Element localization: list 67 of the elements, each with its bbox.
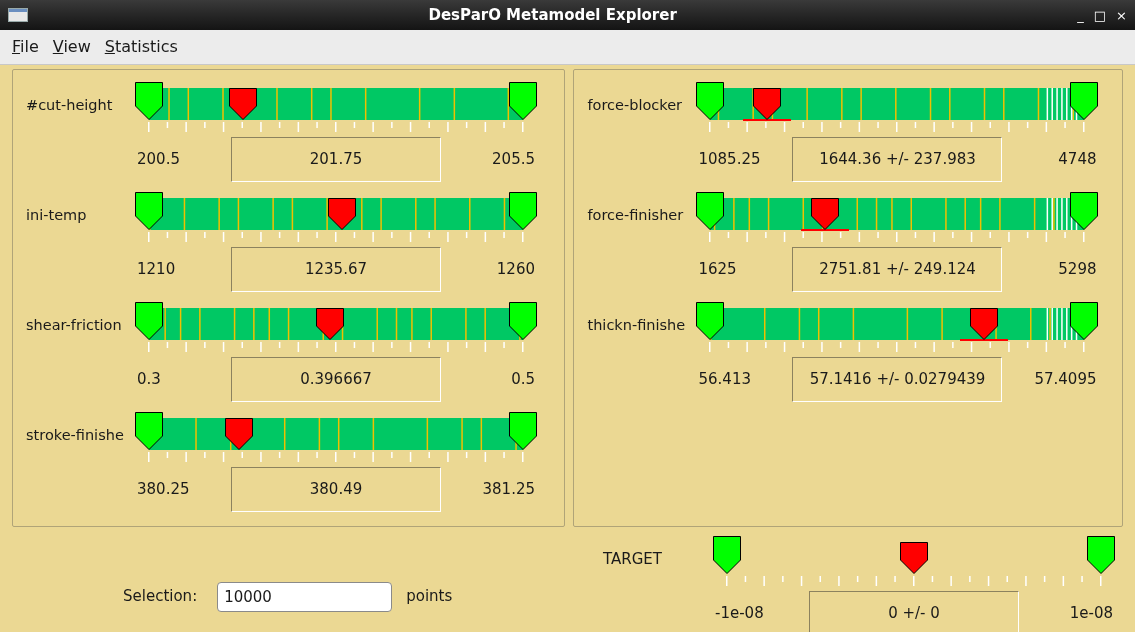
value-marker[interactable]: [327, 198, 356, 230]
parameter-label: shear-friction: [26, 316, 123, 335]
value-marker[interactable]: [752, 88, 781, 120]
selection-label: Selection:: [123, 586, 198, 608]
max-value: 205.5: [491, 149, 536, 171]
menu-item[interactable]: Statistics: [104, 39, 178, 55]
range-handle[interactable]: [509, 302, 537, 340]
min-value: 200.5: [136, 149, 181, 171]
range-handle[interactable]: [696, 192, 725, 230]
selection-unit: points: [406, 586, 453, 608]
range-handle[interactable]: [135, 302, 163, 340]
value-display: 1235.67: [231, 247, 441, 292]
range-handle[interactable]: [696, 302, 725, 340]
max-value: 5298: [1057, 259, 1098, 281]
value-marker[interactable]: [810, 198, 839, 230]
min-value: 0.3: [136, 369, 162, 391]
window-title: DesParO Metamodel Explorer: [427, 4, 678, 26]
value-display: 201.75: [231, 137, 441, 182]
min-value: 380.25: [136, 479, 191, 501]
value-display: 1644.36 +/- 237.983: [792, 137, 1003, 182]
min-value: 1085.25: [697, 149, 762, 171]
parameter-label: force-blocker: [587, 96, 684, 115]
window-control[interactable]: ×: [1116, 8, 1127, 22]
max-value: 4748: [1057, 149, 1098, 171]
max-value: 1e-08: [1068, 603, 1114, 625]
max-value: 57.4095: [1033, 369, 1098, 391]
range-handle[interactable]: [696, 82, 725, 120]
range-handle[interactable]: [1070, 192, 1099, 230]
parameter-label: stroke-finishe: [26, 426, 125, 445]
parameter-label: force-finisher: [587, 206, 685, 225]
range-handle[interactable]: [509, 192, 537, 230]
value-display: 0.396667: [231, 357, 441, 402]
min-value: 56.413: [697, 369, 752, 391]
min-value: -1e-08: [714, 603, 765, 625]
parameter-label: thickn-finishe: [587, 316, 687, 335]
window-control[interactable]: _: [1077, 8, 1084, 22]
value-marker[interactable]: [224, 418, 253, 450]
max-value: 1260: [495, 259, 536, 281]
range-handle[interactable]: [1070, 302, 1099, 340]
range-handle[interactable]: [135, 412, 163, 450]
range-handle[interactable]: [1070, 82, 1099, 120]
value-display: 57.1416 +/- 0.0279439: [792, 357, 1003, 402]
window-control[interactable]: □: [1093, 8, 1107, 22]
max-value: 0.5: [510, 369, 536, 391]
value-marker[interactable]: [228, 88, 257, 120]
target-label: TARGET: [603, 549, 663, 570]
min-value: 1625: [697, 259, 738, 281]
parameter-label: ini-temp: [26, 206, 88, 225]
value-display: 2751.81 +/- 249.124: [792, 247, 1003, 292]
value-display: 380.49: [231, 467, 441, 512]
value-marker[interactable]: [316, 308, 344, 340]
menu-item[interactable]: File: [12, 39, 39, 55]
range-handle[interactable]: [509, 82, 537, 120]
range-handle[interactable]: [135, 82, 163, 120]
range-handle[interactable]: [713, 536, 741, 574]
value-marker[interactable]: [969, 308, 998, 340]
value-display: 0 +/- 0: [809, 591, 1019, 632]
range-handle[interactable]: [135, 192, 163, 230]
max-value: 381.25: [481, 479, 536, 501]
range-handle[interactable]: [1087, 536, 1115, 574]
value-marker[interactable]: [900, 542, 928, 574]
window-icon: [8, 8, 28, 22]
range-handle[interactable]: [509, 412, 537, 450]
menu-item[interactable]: View: [52, 39, 91, 55]
selection-input[interactable]: 10000: [217, 581, 393, 612]
parameter-label: #cut-height: [26, 96, 114, 115]
min-value: 1210: [136, 259, 177, 281]
